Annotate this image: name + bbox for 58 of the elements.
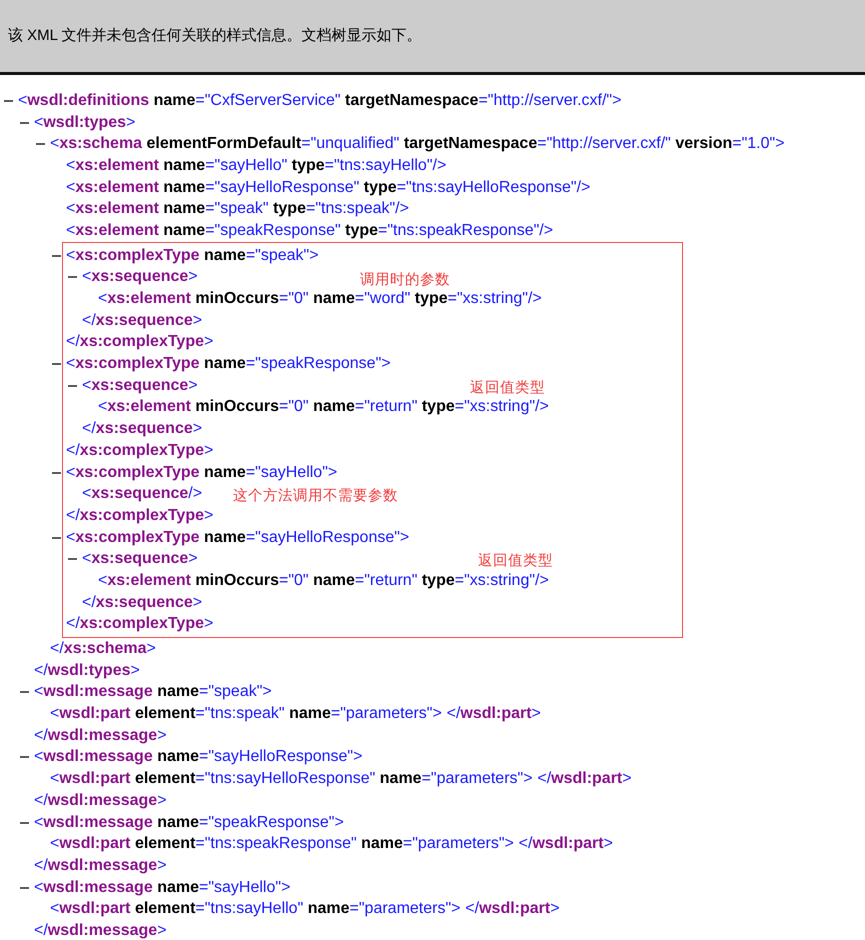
- xml-tag-line: <wsdl:part element="tns:sayHelloResponse" name="parameters"> </wsdl:part>: [50, 769, 632, 790]
- minus-icon[interactable]: [52, 536, 61, 539]
- xml-tag-line: <xs:sequence>: [82, 549, 198, 570]
- xml-tag-line: </wsdl:message>: [34, 726, 167, 746]
- minus-icon[interactable]: [20, 886, 29, 889]
- xml-tag-line: </wsdl:types>: [34, 660, 140, 681]
- xml-tag-line: <wsdl:message name="speakResponse">: [34, 812, 344, 833]
- xml-tag-line: </xs:sequence>: [82, 592, 202, 613]
- minus-icon[interactable]: [52, 472, 61, 474]
- xml-tag-line: </xs:complexType>: [66, 614, 214, 634]
- minus-icon[interactable]: [4, 100, 13, 102]
- xml-tag-line: <xs:complexType name="sayHelloResponse">: [66, 528, 410, 548]
- xml-tag-line: </xs:complexType>: [66, 332, 214, 352]
- xml-tag-line: <wsdl:part element="tns:sayHello" name="parameters"> </wsdl:part>: [50, 899, 560, 920]
- xml-tag-line: <wsdl:message name="sayHello">: [34, 878, 290, 898]
- minus-icon[interactable]: [20, 822, 29, 824]
- minus-icon[interactable]: [68, 384, 77, 387]
- annotation-text: 调用时的参数: [360, 270, 450, 290]
- xml-tag-line: <xs:element name="sayHello" type="tns:sayHello"/>: [66, 156, 446, 176]
- xml-tag-line: <xs:element minOccurs="0" name="word" type="xs:string"/>: [98, 289, 542, 310]
- xml-tag-line: <xs:sequence>: [82, 267, 198, 288]
- xml-tag-line: </xs:complexType>: [66, 506, 214, 526]
- xml-tag-line: </xs:sequence>: [82, 310, 202, 331]
- xml-tag-line: </xs:sequence>: [82, 419, 202, 440]
- xml-tag-line: </xs:complexType>: [66, 440, 214, 461]
- minus-icon[interactable]: [52, 363, 61, 366]
- xml-tag-line: <xs:sequence/>: [82, 484, 202, 504]
- minus-icon[interactable]: [68, 558, 77, 560]
- xml-tag-line: <xs:element name="speak" type="tns:speak"/>: [66, 199, 409, 220]
- annotation-text: 返回值类型: [470, 378, 545, 398]
- xml-tag-line: <wsdl:part element="tns:speak" name="parameters"> </wsdl:part>: [50, 704, 541, 724]
- xml-tag-line: <xs:element name="sayHelloResponse" type="tns:sayHelloResponse"/>: [66, 178, 590, 198]
- xml-tag-line: <xs:complexType name="sayHello">: [66, 462, 338, 483]
- minus-icon[interactable]: [20, 691, 29, 694]
- xml-tag-line: <wsdl:message name="speak">: [34, 682, 272, 702]
- xml-tag-line: </xs:schema>: [50, 639, 156, 660]
- xml-tag-line: <wsdl:part element="tns:speakResponse" name="parameters"> </wsdl:part>: [50, 834, 613, 854]
- xml-tag-line: <xs:schema elementFormDefault="unqualified" targetNamespace="http://server.cxf/" version="1.0">: [50, 134, 785, 154]
- xml-tag-line: <xs:element minOccurs="0" name="return" type="xs:string"/>: [98, 397, 549, 418]
- annotation-text: 返回值类型: [478, 552, 553, 572]
- info-message: 该 XML 文件并未包含任何关联的样式信息。文档树显示如下。: [8, 26, 422, 46]
- annotation-text: 这个方法调用不需要参数: [233, 486, 398, 506]
- xml-tag-line: <xs:element name="speakResponse" type="tns:speakResponse"/>: [66, 220, 554, 241]
- xml-tag-line: <xs:complexType name="speakResponse">: [66, 354, 391, 374]
- minus-icon[interactable]: [68, 276, 77, 278]
- xml-tag-line: </wsdl:message>: [34, 856, 167, 876]
- minus-icon[interactable]: [52, 254, 61, 257]
- minus-icon[interactable]: [20, 756, 29, 758]
- xml-tag-line: </wsdl:message>: [34, 920, 167, 940]
- xml-tag-line: <wsdl:definitions name="CxfServerService" targetNamespace="http://server.cxf/">: [18, 90, 622, 111]
- minus-icon[interactable]: [36, 143, 45, 146]
- xml-tag-line: <wsdl:message name="sayHelloResponse">: [34, 747, 362, 768]
- xml-tag-line: </wsdl:message>: [34, 790, 167, 811]
- xml-tag-line: <xs:sequence>: [82, 376, 198, 396]
- xml-tag-line: <xs:element minOccurs="0" name="return" type="xs:string"/>: [98, 570, 549, 591]
- xml-tag-line: <xs:complexType name="speak">: [66, 246, 319, 266]
- xml-tag-line: <wsdl:types>: [34, 112, 136, 133]
- minus-icon[interactable]: [20, 122, 29, 124]
